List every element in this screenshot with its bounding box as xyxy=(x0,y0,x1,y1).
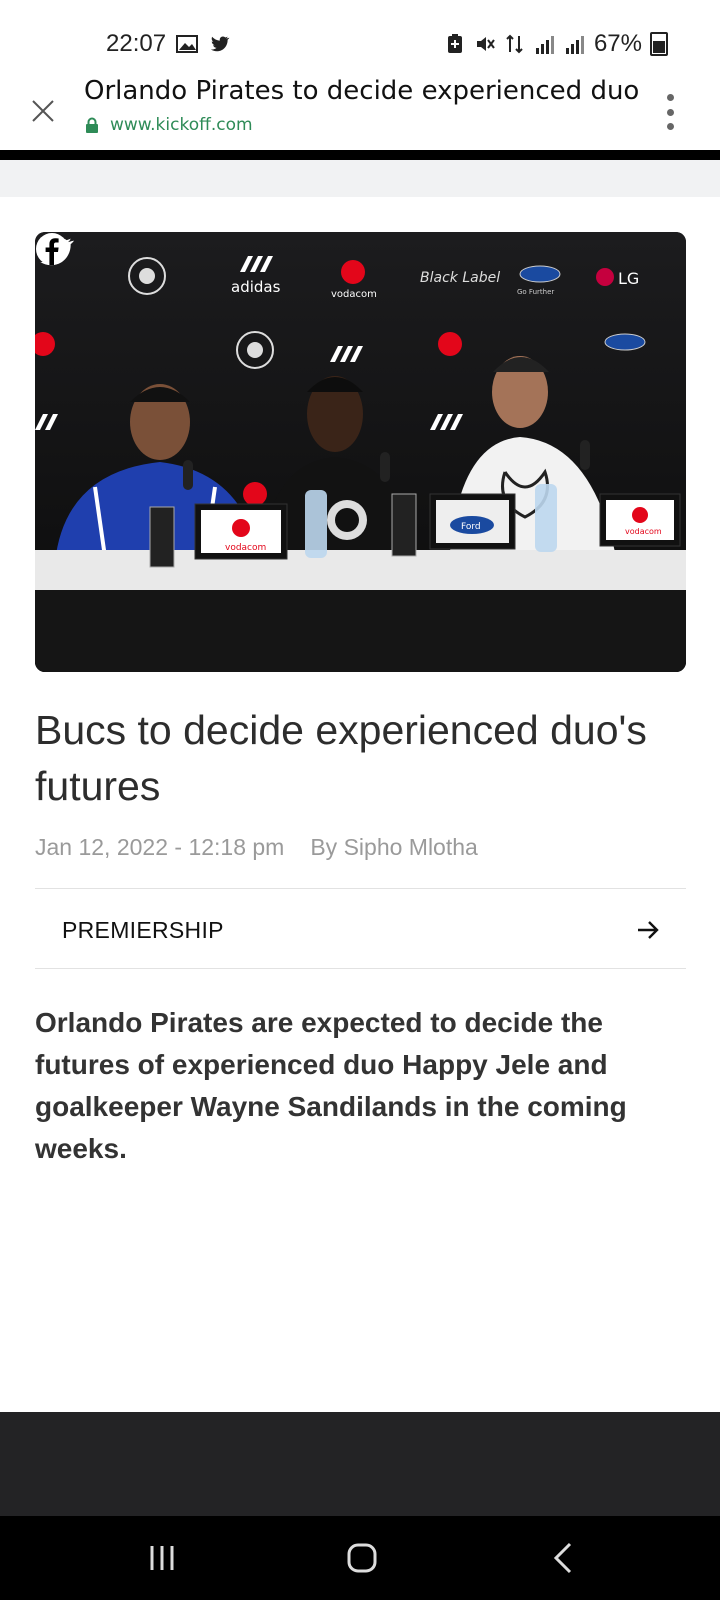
sponsor-ford-tagline: Go Further xyxy=(517,288,554,296)
category-link[interactable]: PREMIERSHIP xyxy=(35,890,686,970)
back-icon[interactable] xyxy=(544,1538,584,1578)
category-label: PREMIERSHIP xyxy=(62,916,224,943)
data-transfer-icon xyxy=(506,34,523,54)
sponsor-adidas-1: adidas xyxy=(231,278,281,296)
status-left: 22:07 xyxy=(106,30,230,58)
url-row[interactable]: www.kickoff.com xyxy=(84,115,253,135)
signal-icon-1 xyxy=(535,36,554,54)
battery-percent: 67% xyxy=(593,30,642,57)
category-divider-top xyxy=(35,888,686,889)
category-divider-bottom xyxy=(35,968,686,969)
article-lede: Orlando Pirates are expected to decide t… xyxy=(35,1007,627,1164)
article-meta: Jan 12, 2022 - 12:18 pm By Sipho Mlotha xyxy=(35,834,478,861)
arrow-right-icon xyxy=(638,921,659,939)
bottom-ad-band xyxy=(0,1412,720,1516)
battery-icon xyxy=(650,32,668,56)
hero-image: adidas vodacom Black Label Go Further LG xyxy=(35,232,686,672)
custom-tab-toolbar: Orlando Pirates to decide experienced du… xyxy=(0,70,720,150)
clock: 22:07 xyxy=(106,30,167,57)
facebook-share-icon[interactable] xyxy=(35,232,69,266)
url-text: www.kickoff.com xyxy=(110,115,253,135)
article-headline: Bucs to decide experienced duo's futures xyxy=(35,707,647,809)
more-options-icon[interactable] xyxy=(660,94,680,130)
divider-bar xyxy=(0,150,720,160)
battery-saver-icon xyxy=(447,34,462,53)
home-icon[interactable] xyxy=(342,1538,382,1578)
top-spacer xyxy=(0,160,720,197)
twitter-status-icon xyxy=(210,36,230,52)
system-nav-bar xyxy=(0,1516,720,1600)
mute-icon xyxy=(476,37,495,51)
status-right: 67% xyxy=(444,30,668,58)
nameplate-vodacom-2: vodacom xyxy=(625,527,662,536)
signal-icon-2 xyxy=(565,36,584,54)
recent-apps-icon[interactable] xyxy=(142,1538,182,1578)
page-title: Orlando Pirates to decide experienced du… xyxy=(84,76,640,106)
gallery-icon xyxy=(176,35,199,53)
article-author[interactable]: By Sipho Mlotha xyxy=(310,834,477,861)
lock-icon xyxy=(86,117,98,133)
press-conference-photo: adidas vodacom Black Label Go Further LG xyxy=(35,232,686,672)
sponsor-blacklabel-1: Black Label xyxy=(420,270,500,286)
article-date: Jan 12, 2022 - 12:18 pm xyxy=(35,834,285,860)
sponsor-lg: LG xyxy=(618,269,639,288)
sponsor-vodacom-1: vodacom xyxy=(331,289,377,300)
status-bar: 22:07 67% xyxy=(0,0,720,80)
nameplate-vodacom-1: vodacom xyxy=(225,543,266,553)
close-icon[interactable] xyxy=(28,96,58,126)
nameplate-ford: Ford xyxy=(461,522,481,532)
